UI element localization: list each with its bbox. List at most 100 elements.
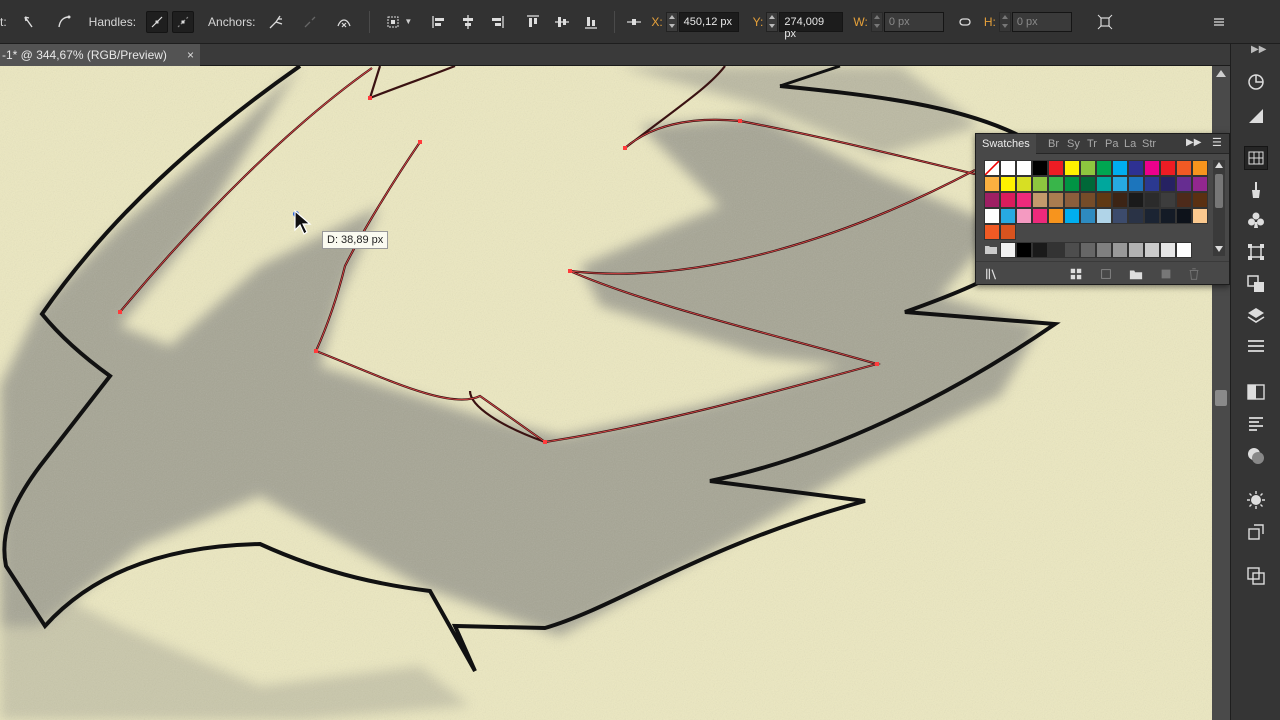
swatch-cell[interactable] <box>1000 224 1016 240</box>
swatch-cell[interactable] <box>1064 160 1080 176</box>
swatch-cell[interactable] <box>1080 242 1096 258</box>
tab-transform[interactable]: Tr <box>1087 134 1097 154</box>
cut-path-icon[interactable] <box>333 11 355 33</box>
swatch-cell[interactable] <box>1096 176 1112 192</box>
swatch-cell[interactable] <box>984 224 1000 240</box>
tab-layers[interactable]: La <box>1124 134 1136 154</box>
swatch-cell[interactable] <box>1160 192 1176 208</box>
align-right-icon[interactable] <box>486 11 508 33</box>
scroll-thumb[interactable] <box>1215 390 1227 406</box>
swatch-cell[interactable] <box>1192 176 1208 192</box>
pathfinder-icon[interactable] <box>1244 272 1268 296</box>
swatch-cell[interactable] <box>1128 242 1144 258</box>
swatch-cell[interactable] <box>1144 208 1160 224</box>
swatch-cell[interactable] <box>1016 192 1032 208</box>
image-trace-icon[interactable] <box>1244 564 1268 588</box>
swatch-cell[interactable] <box>1112 192 1128 208</box>
panel-menu-icon[interactable]: ☰ <box>1212 136 1222 149</box>
transform-icon[interactable] <box>1094 11 1116 33</box>
swatch-cell[interactable] <box>984 208 1000 224</box>
swatch-cell[interactable] <box>1160 242 1176 258</box>
swatch-libraries-icon[interactable] <box>984 266 1000 282</box>
swatch-cell[interactable] <box>1064 176 1080 192</box>
swatch-cell[interactable] <box>1080 160 1096 176</box>
swatch-cell[interactable] <box>1048 176 1064 192</box>
transform-icon[interactable] <box>1244 240 1268 264</box>
swatch-cell[interactable] <box>1000 160 1016 176</box>
align-top-icon[interactable] <box>522 11 544 33</box>
swatch-cell[interactable] <box>1160 176 1176 192</box>
show-swatch-kinds-icon[interactable] <box>1068 266 1084 282</box>
panel-menu-icon[interactable] <box>1208 11 1230 33</box>
swatch-cell[interactable] <box>1192 192 1208 208</box>
swatch-cell[interactable] <box>1016 160 1032 176</box>
align-center-v-icon[interactable] <box>551 11 573 33</box>
swatch-cell[interactable] <box>1048 208 1064 224</box>
swatch-none[interactable] <box>984 160 1000 176</box>
align-icon[interactable] <box>1244 334 1268 358</box>
swatch-cell[interactable] <box>1128 176 1144 192</box>
tab-swatches[interactable]: Swatches <box>976 134 1036 154</box>
swatch-cell[interactable] <box>1096 192 1112 208</box>
tab-stroke[interactable]: Str <box>1142 134 1156 154</box>
scroll-up-icon[interactable] <box>1215 162 1223 168</box>
links-icon[interactable] <box>1244 520 1268 544</box>
swatch-cell[interactable] <box>1096 160 1112 176</box>
convert-smooth-icon[interactable] <box>53 11 75 33</box>
swatch-cell[interactable] <box>1176 242 1192 258</box>
swatches-icon[interactable] <box>1244 146 1268 170</box>
swatch-cell[interactable] <box>1016 176 1032 192</box>
swatch-cell[interactable] <box>1080 176 1096 192</box>
swatch-cell[interactable] <box>1176 208 1192 224</box>
show-handles-icon[interactable] <box>146 10 169 33</box>
w-field[interactable]: 0 px <box>883 11 944 32</box>
align-bottom-icon[interactable] <box>580 11 602 33</box>
reference-point-icon[interactable] <box>623 11 645 33</box>
swatch-cell[interactable] <box>1032 208 1048 224</box>
swatch-cell[interactable] <box>1128 192 1144 208</box>
tab-brushes[interactable]: Br <box>1048 134 1059 154</box>
swatch-cell[interactable] <box>1000 208 1016 224</box>
swatch-cell[interactable] <box>1064 242 1080 258</box>
swatch-cell[interactable] <box>1144 192 1160 208</box>
color-group-folder-icon[interactable] <box>984 242 1000 258</box>
tab-symbols[interactable]: Sy <box>1067 134 1080 154</box>
document-tab[interactable]: -1* @ 344,67% (RGB/Preview) × <box>0 44 200 66</box>
h-field[interactable]: 0 px <box>1011 11 1072 32</box>
swatch-cell[interactable] <box>1144 242 1160 258</box>
hide-handles-icon[interactable] <box>172 10 195 33</box>
swatch-cell[interactable] <box>1064 208 1080 224</box>
swatch-cell[interactable] <box>1048 242 1064 258</box>
swatch-cell[interactable] <box>1000 192 1016 208</box>
y-stepper[interactable] <box>766 11 779 32</box>
swatch-cell[interactable] <box>1176 176 1192 192</box>
close-icon[interactable]: × <box>187 48 194 62</box>
swatch-cell[interactable] <box>1160 208 1176 224</box>
swatch-cell[interactable] <box>1064 192 1080 208</box>
scroll-down-icon[interactable] <box>1215 246 1223 252</box>
transparency-icon[interactable] <box>1244 380 1268 404</box>
x-stepper[interactable] <box>665 11 678 32</box>
w-stepper[interactable] <box>870 11 883 32</box>
artboards-icon[interactable] <box>1244 488 1268 512</box>
swatch-cell[interactable] <box>1112 208 1128 224</box>
align-center-h-icon[interactable] <box>457 11 479 33</box>
swatch-cell[interactable] <box>1096 242 1112 258</box>
swatches-scrollbar[interactable] <box>1213 160 1225 256</box>
x-field[interactable]: 450,12 px <box>678 11 739 32</box>
swatch-cell[interactable] <box>1048 160 1064 176</box>
h-stepper[interactable] <box>998 11 1011 32</box>
new-color-group-icon[interactable] <box>1128 266 1144 282</box>
swatch-cell[interactable] <box>984 176 1000 192</box>
brushes-icon[interactable] <box>1244 178 1268 202</box>
double-chevron-right-icon[interactable]: ▶▶ <box>1186 137 1201 148</box>
graphic-styles-icon[interactable] <box>1244 412 1268 436</box>
swatch-cell[interactable] <box>1128 160 1144 176</box>
swatch-cell[interactable] <box>1016 242 1032 258</box>
swatch-cell[interactable] <box>1096 208 1112 224</box>
appearance-icon[interactable] <box>1244 444 1268 468</box>
isolate-object-icon[interactable] <box>382 11 404 33</box>
convert-anchor-icon[interactable] <box>19 11 41 33</box>
new-swatch-icon[interactable] <box>1158 266 1174 282</box>
color-guide-icon[interactable] <box>1244 70 1268 94</box>
